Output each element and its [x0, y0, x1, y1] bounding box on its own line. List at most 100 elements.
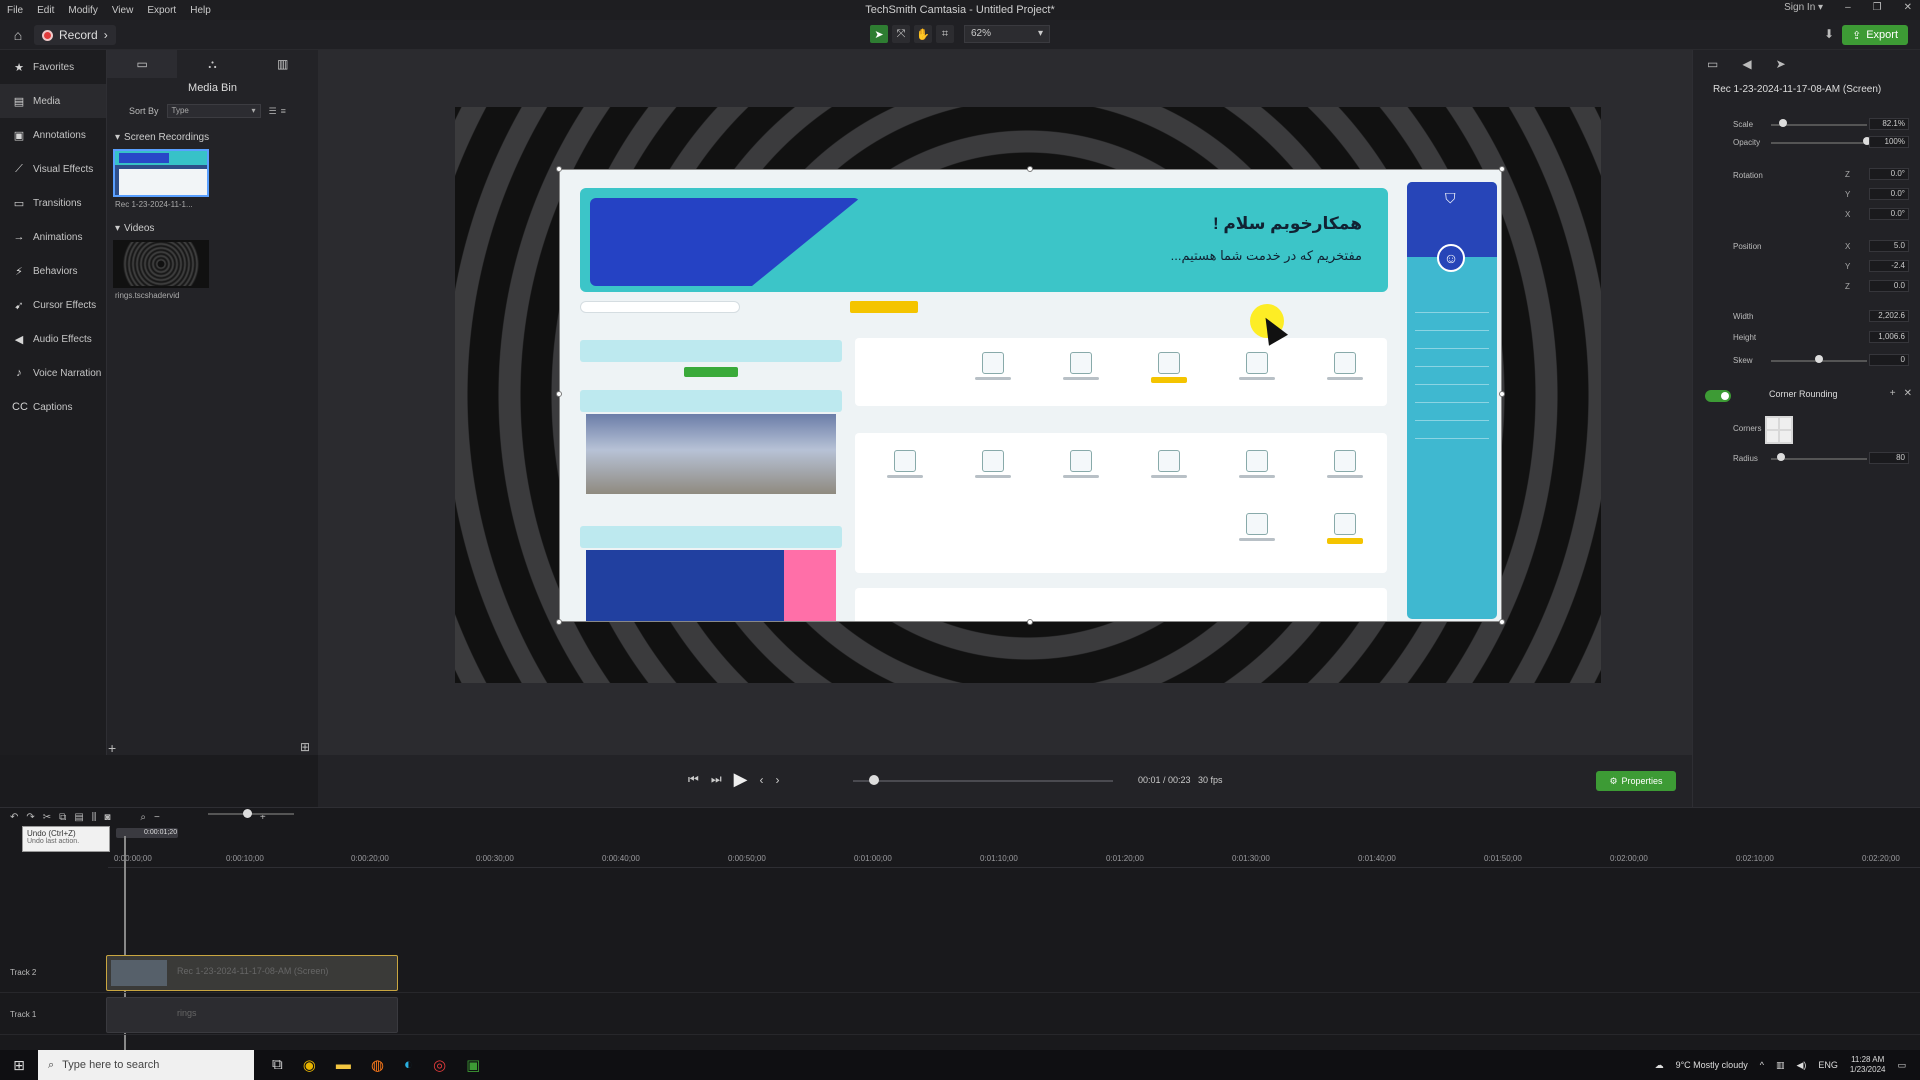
download-icon[interactable]: ⬇ — [1824, 27, 1834, 41]
sidebar-item-voice-narration[interactable]: ♪ Voice Narration — [0, 356, 106, 390]
sidebar-item-media[interactable]: ▤ Media — [0, 84, 106, 118]
pan-fit-tool-icon[interactable]: ⤧ — [892, 25, 910, 43]
timeline-clip-rings[interactable]: rings — [106, 997, 398, 1033]
sort-direction-icon[interactable]: ≡ — [281, 106, 286, 117]
export-button[interactable]: ⇪ Export — [1841, 25, 1908, 45]
zoom-icon[interactable]: ⌕ — [140, 812, 146, 823]
cut-icon[interactable]: ✂ — [43, 812, 51, 823]
rotation-z-value[interactable]: 0.0° — [1869, 168, 1909, 180]
video-thumbnail[interactable] — [113, 240, 209, 288]
tab-visual-props-icon[interactable]: ▭ — [1707, 57, 1718, 71]
tray-chevron-icon[interactable]: ^ — [1760, 1060, 1764, 1070]
menu-edit[interactable]: Edit — [30, 5, 61, 16]
play-icon[interactable]: ▶ — [734, 769, 748, 790]
zoom-out-icon[interactable]: − — [154, 812, 160, 823]
position-y-value[interactable]: -2.4 — [1869, 260, 1909, 272]
resize-handle[interactable] — [1499, 166, 1505, 172]
camtasia-icon[interactable]: ▣ — [466, 1056, 480, 1074]
sign-in-button[interactable]: Sign In ▾ — [1784, 2, 1823, 13]
notification-icon[interactable]: ▭ — [1897, 1060, 1906, 1071]
close-icon[interactable]: ✕ — [1904, 388, 1912, 399]
task-view-icon[interactable]: ⧉ — [272, 1056, 283, 1074]
sort-select[interactable]: Type ▾ — [166, 104, 261, 118]
radius-slider[interactable] — [1771, 458, 1867, 460]
crop-tool-icon[interactable]: ⌗ — [936, 25, 954, 43]
minimize-icon[interactable]: – — [1845, 2, 1851, 13]
track-1-label[interactable]: Track 1 — [10, 1010, 36, 1019]
paste-icon[interactable]: ▤ — [74, 812, 83, 823]
resize-handle[interactable] — [556, 619, 562, 625]
scrubber-handle[interactable] — [869, 775, 879, 785]
scale-value[interactable]: 82.1% — [1869, 118, 1909, 130]
menu-modify[interactable]: Modify — [61, 5, 104, 16]
radius-value[interactable]: 80 — [1869, 452, 1909, 464]
radius-slider-handle[interactable] — [1776, 453, 1785, 461]
rotation-y-value[interactable]: 0.0° — [1869, 188, 1909, 200]
resize-handle[interactable] — [1499, 619, 1505, 625]
screen-recording-clip[interactable]: همکارخوبم سلام ! مفتخریم که در خدمت شما … — [559, 169, 1502, 622]
record-button[interactable]: Record › — [34, 25, 116, 45]
rewind-icon[interactable]: ⏮ — [688, 772, 699, 787]
position-x-value[interactable]: 5.0 — [1869, 240, 1909, 252]
section-videos[interactable]: ▾ Videos — [115, 223, 318, 234]
chrome-icon[interactable]: ◉ — [303, 1056, 316, 1074]
undo-icon[interactable]: ↶ — [10, 812, 18, 823]
opacity-value[interactable]: 100% — [1869, 136, 1909, 148]
sidebar-item-cursor-effects[interactable]: ➹ Cursor Effects — [0, 288, 106, 322]
resize-handle[interactable] — [556, 166, 562, 172]
copy-icon[interactable]: ⧉ — [59, 812, 66, 823]
zoom-select[interactable]: 62% ▾ — [964, 25, 1050, 43]
tab-cursor-props-icon[interactable]: ➤ — [1776, 57, 1786, 71]
timeline-zoom-handle[interactable] — [243, 809, 252, 818]
windows-start-icon[interactable]: ⊞ — [0, 1057, 38, 1074]
language-indicator[interactable]: ENG — [1818, 1060, 1838, 1070]
firefox-icon[interactable]: ◍ — [371, 1056, 384, 1074]
time-ruler[interactable]: 0:00:00;00 0:00:10;00 0:00:20;00 0:00:30… — [108, 844, 1920, 868]
add-icon[interactable]: + — [1890, 388, 1896, 399]
timeline-clip-screen[interactable]: Rec 1-23-2024-11-17-08-AM (Screen) — [106, 955, 398, 991]
sidebar-item-captions[interactable]: CC Captions — [0, 390, 106, 424]
network-icon[interactable]: ▥ — [1776, 1060, 1785, 1071]
menu-export[interactable]: Export — [140, 5, 183, 16]
hand-tool-icon[interactable]: ✋ — [914, 25, 932, 43]
skew-slider-handle[interactable] — [1815, 355, 1823, 363]
sidebar-item-audio-effects[interactable]: ◀ Audio Effects — [0, 322, 106, 356]
weather-text[interactable]: 9°C Mostly cloudy — [1676, 1060, 1748, 1070]
sort-order-icon[interactable]: ☰ — [269, 106, 277, 117]
track-2-label[interactable]: Track 2 — [10, 968, 36, 977]
height-value[interactable]: 1,006.6 — [1869, 331, 1909, 343]
sidebar-item-animations[interactable]: → Animations — [0, 220, 106, 254]
tab-stock[interactable]: ▥ — [248, 50, 318, 78]
weather-icon[interactable]: ☁ — [1655, 1060, 1664, 1071]
add-media-icon[interactable]: + — [108, 740, 116, 756]
grid-view-icon[interactable]: ⊞ — [300, 740, 310, 754]
properties-button[interactable]: ⚙ Properties — [1596, 771, 1676, 791]
step-back-icon[interactable]: ⏭ — [711, 772, 722, 787]
rotation-x-value[interactable]: 0.0° — [1869, 208, 1909, 220]
width-value[interactable]: 2,202.6 — [1869, 310, 1909, 322]
maximize-icon[interactable]: ❐ — [1873, 2, 1882, 13]
sidebar-item-visual-effects[interactable]: ⟋ Visual Effects — [0, 152, 106, 186]
scrubber-track[interactable] — [853, 780, 1113, 782]
taskbar-search[interactable]: ⌕ Type here to search — [38, 1050, 254, 1080]
recording-thumbnail[interactable] — [113, 149, 209, 197]
redo-icon[interactable]: ↷ — [26, 812, 34, 823]
file-explorer-icon[interactable]: ▬ — [336, 1056, 351, 1074]
corner-rounding-toggle[interactable] — [1705, 390, 1731, 402]
menu-file[interactable]: File — [0, 5, 30, 16]
resize-handle[interactable] — [556, 391, 562, 397]
resize-handle[interactable] — [1027, 166, 1033, 172]
corners-selector[interactable] — [1765, 416, 1793, 444]
split-icon[interactable]: ⫼ — [92, 812, 97, 823]
sidebar-item-favorites[interactable]: ★ Favorites — [0, 50, 106, 84]
resize-handle[interactable] — [1027, 619, 1033, 625]
recorder-icon[interactable]: ◎ — [433, 1056, 446, 1074]
menu-help[interactable]: Help — [183, 5, 218, 16]
volume-icon[interactable]: ◀) — [1796, 1060, 1806, 1071]
menu-view[interactable]: View — [105, 5, 141, 16]
section-screen-recordings[interactable]: ▾ Screen Recordings — [115, 132, 318, 143]
snapshot-icon[interactable]: ◙ — [104, 812, 110, 823]
sidebar-item-annotations[interactable]: ▣ Annotations — [0, 118, 106, 152]
scale-slider-handle[interactable] — [1778, 119, 1787, 127]
opacity-slider[interactable] — [1771, 142, 1867, 144]
